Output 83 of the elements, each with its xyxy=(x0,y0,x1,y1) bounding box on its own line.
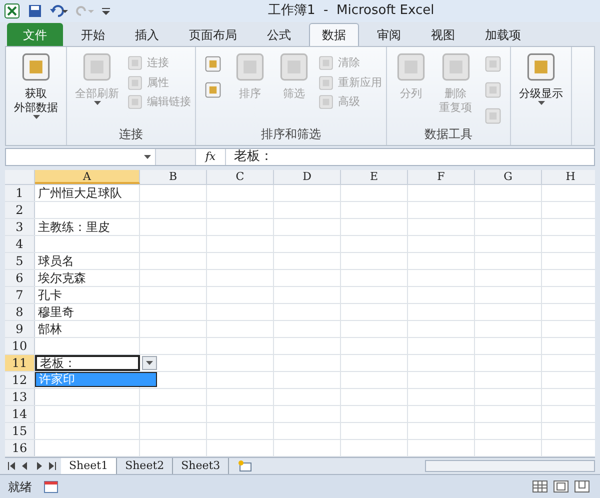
tool-icon xyxy=(318,94,334,110)
tool-icon xyxy=(318,55,334,72)
column-header[interactable]: A xyxy=(35,170,140,184)
horizontal-scrollbar[interactable] xyxy=(425,460,595,472)
caret-icon xyxy=(146,361,153,365)
caret-icon xyxy=(538,101,544,105)
undo-icon[interactable] xyxy=(50,5,68,17)
row-header[interactable]: 10 xyxy=(5,338,35,354)
insert-function-button[interactable]: fx xyxy=(196,148,226,166)
formula-input[interactable]: 老板： xyxy=(226,147,594,167)
cell-text: 主教练：里皮 xyxy=(37,220,110,234)
ribbon-tab[interactable]: 数据 xyxy=(309,23,359,46)
save-icon[interactable] xyxy=(28,4,42,18)
row-header[interactable]: 15 xyxy=(5,423,35,439)
ribbon-tab[interactable]: 开始 xyxy=(69,23,117,46)
column-header[interactable]: E xyxy=(341,170,408,184)
caret-icon xyxy=(144,155,151,159)
cell-text: 广州恒大足球队 xyxy=(37,186,122,200)
ribbon-button[interactable]: 获取 外部数据 xyxy=(10,51,62,145)
row-header[interactable]: 12 xyxy=(5,372,35,388)
ribbon-button[interactable]: 分级显示 xyxy=(515,51,567,145)
ribbon-group-label: 连接 xyxy=(118,126,144,143)
row-header[interactable]: 11 xyxy=(5,355,35,371)
row-header[interactable]: 14 xyxy=(5,406,35,422)
tool-icon xyxy=(127,74,143,91)
excel-logo-icon[interactable] xyxy=(4,3,20,19)
column-header[interactable]: F xyxy=(408,170,475,184)
tool-icon xyxy=(525,51,557,83)
dropdown-button[interactable] xyxy=(142,356,157,370)
tool-icon xyxy=(318,74,334,91)
tool-icon xyxy=(484,81,502,99)
row-header[interactable]: 4 xyxy=(5,236,35,252)
caret-icon xyxy=(32,115,40,119)
row-header[interactable]: 8 xyxy=(5,304,35,320)
window-title: 工作簿1 - Microsoft Excel xyxy=(268,2,434,20)
row-header[interactable]: 7 xyxy=(5,287,35,303)
row-header[interactable]: 1 xyxy=(5,185,35,201)
column-header[interactable]: B xyxy=(140,170,207,184)
sheet-tab[interactable]: Sheet1 xyxy=(61,458,118,474)
column-header[interactable]: G xyxy=(475,170,542,184)
row-header[interactable]: 13 xyxy=(5,389,35,405)
ribbon-tab[interactable]: 公式 xyxy=(255,23,303,46)
tool-icon xyxy=(81,51,113,83)
caret-icon xyxy=(94,101,100,105)
row-header[interactable]: 3 xyxy=(5,219,35,235)
ribbon-group-label: 数据工具 xyxy=(424,126,474,143)
row-header[interactable]: 16 xyxy=(5,440,35,456)
insert-sheet-icon[interactable] xyxy=(237,460,254,472)
ribbon-tab[interactable]: 加载项 xyxy=(473,23,533,46)
ribbon-group-label: 排序和筛选 xyxy=(260,126,322,143)
ribbon-tab[interactable]: 审阅 xyxy=(365,23,413,46)
ribbon-tab[interactable]: 视图 xyxy=(419,23,467,46)
tool-icon xyxy=(204,55,222,73)
column-header[interactable]: C xyxy=(207,170,274,184)
status-text: 就绪 xyxy=(8,478,32,496)
cell-text: 球员名 xyxy=(37,254,74,268)
ribbon-tab[interactable]: 插入 xyxy=(123,23,171,46)
cell-text: 老板： xyxy=(39,356,76,370)
tool-icon xyxy=(440,51,472,83)
ribbon-tab[interactable]: 文件 xyxy=(7,23,63,46)
ribbon-tab[interactable]: 页面布局 xyxy=(177,23,249,46)
row-header[interactable]: 9 xyxy=(5,321,35,337)
tool-icon xyxy=(278,51,310,83)
tool-icon xyxy=(127,94,143,110)
cell-text: 郜林 xyxy=(37,322,62,336)
view-buttons-icon[interactable] xyxy=(532,480,592,493)
cell-text: 埃尔克森 xyxy=(37,272,86,284)
tool-icon xyxy=(20,51,52,83)
column-header[interactable]: D xyxy=(274,170,341,184)
tool-icon xyxy=(127,55,143,72)
row-header[interactable]: 2 xyxy=(5,202,35,218)
macro-record-icon[interactable] xyxy=(44,480,58,492)
tool-icon xyxy=(204,81,222,99)
column-header[interactable]: H xyxy=(542,170,595,184)
customize-menu-icon[interactable] xyxy=(102,6,110,16)
cell-text: 孔卡 xyxy=(37,288,62,302)
tool-icon xyxy=(395,51,427,83)
row-header[interactable]: 5 xyxy=(5,253,35,269)
tool-icon xyxy=(484,55,502,73)
tool-icon xyxy=(484,107,502,125)
cell-text: 穆里奇 xyxy=(37,306,74,318)
row-header[interactable]: 6 xyxy=(5,270,35,286)
tool-icon xyxy=(234,51,266,83)
